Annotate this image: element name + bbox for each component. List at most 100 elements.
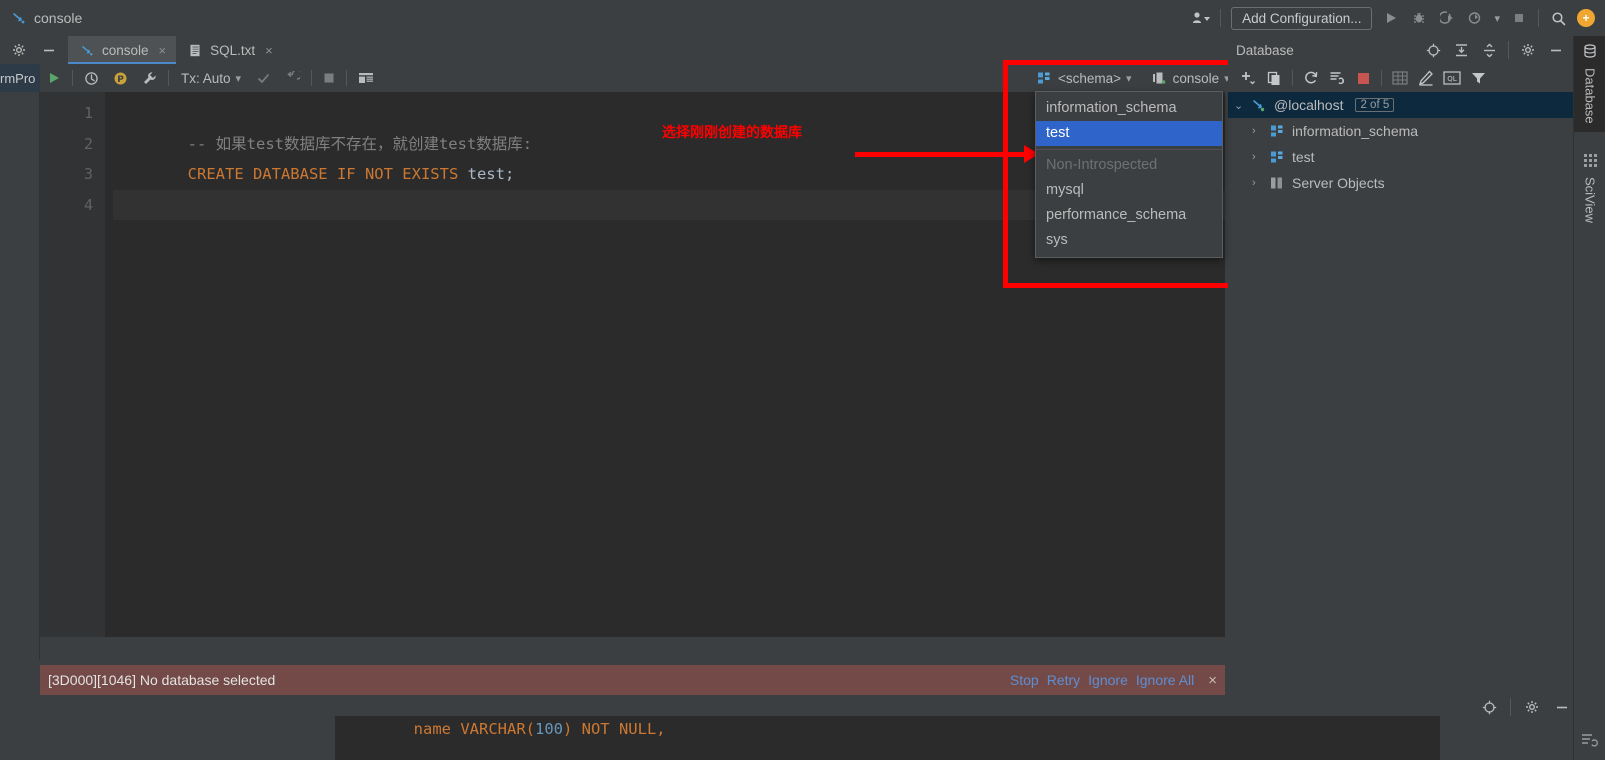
divider xyxy=(1292,70,1293,86)
schema-selector[interactable]: <schema> ▾ xyxy=(1035,69,1132,87)
filter-icon[interactable] xyxy=(1466,66,1490,90)
session-selector[interactable]: console ▾ xyxy=(1150,69,1230,87)
minimize-icon[interactable] xyxy=(1553,698,1571,716)
chevron-right-icon[interactable]: › xyxy=(1252,125,1262,137)
gear-icon[interactable] xyxy=(10,41,28,59)
grid-table-icon[interactable] xyxy=(351,64,381,92)
divider xyxy=(1508,41,1509,59)
code-token: name VARCHAR( xyxy=(395,720,535,738)
locate-target-icon[interactable] xyxy=(1424,41,1442,59)
user-dropdown-icon[interactable] xyxy=(1192,9,1211,27)
dropdown-group-non-introspected: Non-Introspected xyxy=(1046,157,1158,173)
retry-link[interactable]: Retry xyxy=(1047,672,1080,688)
add-configuration-button[interactable]: Add Configuration... xyxy=(1231,6,1373,30)
collapse-all-icon[interactable] xyxy=(1480,41,1498,59)
tree-row-information-schema[interactable]: › information_schema xyxy=(1228,118,1573,144)
execute-button[interactable] xyxy=(40,64,68,92)
transaction-mode-selector[interactable]: Tx: Auto ▾ xyxy=(173,71,249,86)
chevron-down-icon[interactable]: ▾ xyxy=(1494,12,1500,25)
avatar[interactable]: + xyxy=(1577,9,1595,27)
profile-icon[interactable] xyxy=(1466,9,1484,27)
schema-dropdown-popup[interactable]: information_schema test Non-Introspected… xyxy=(1035,91,1223,258)
close-icon[interactable]: × xyxy=(159,43,167,58)
refresh-icon[interactable] xyxy=(1299,66,1323,90)
code-token: 100 xyxy=(534,720,563,738)
divider xyxy=(1381,70,1382,86)
bottom-editor-preview[interactable]: name VARCHAR(100) NOT NULL, xyxy=(335,716,1440,760)
database-panel-header-icons xyxy=(1424,41,1573,59)
tree-row-datasource[interactable]: ⌄ @localhost 2 of 5 xyxy=(1228,92,1573,118)
dropdown-item-mysql[interactable]: mysql xyxy=(1036,178,1222,203)
close-icon[interactable]: × xyxy=(265,43,273,58)
database-panel-header: Database xyxy=(1228,36,1573,64)
ignore-link[interactable]: Ignore xyxy=(1088,672,1128,688)
dropdown-item-test[interactable]: test xyxy=(1036,121,1222,146)
table-grid-icon[interactable] xyxy=(1388,66,1412,90)
tree-row-label: information_schema xyxy=(1292,123,1419,139)
tab-label: SQL.txt xyxy=(210,42,256,58)
left-filler xyxy=(0,92,40,660)
tab-console[interactable]: console × xyxy=(68,36,177,64)
expand-all-icon[interactable] xyxy=(1452,41,1470,59)
annotation-text: 选择刚刚创建的数据库 xyxy=(662,125,802,141)
vertical-tab-database[interactable]: Database xyxy=(1574,36,1605,132)
locate-target-icon[interactable] xyxy=(1480,698,1498,716)
bottom-panel-icons xyxy=(1480,698,1571,716)
duplicate-icon[interactable] xyxy=(1262,66,1286,90)
tree-row-test[interactable]: › test xyxy=(1228,144,1573,170)
code-token: CREATE DATABASE IF NOT EXISTS xyxy=(187,165,468,183)
run-with-coverage-icon[interactable] xyxy=(1438,9,1456,27)
dropdown-item-performance-schema[interactable]: performance_schema xyxy=(1036,203,1222,228)
stop-link[interactable]: Stop xyxy=(1010,672,1039,688)
dropdown-item-information-schema[interactable]: information_schema xyxy=(1036,96,1222,121)
editor-tabbar: console × SQL.txt × xyxy=(0,36,1225,64)
tree-row-label: @localhost xyxy=(1274,97,1344,113)
dropdown-item-sys[interactable]: sys xyxy=(1036,228,1222,253)
divider xyxy=(311,70,313,86)
chevron-right-icon[interactable]: › xyxy=(1252,151,1262,163)
console-panel-icon[interactable] xyxy=(1577,728,1601,752)
sync-settings-icon[interactable] xyxy=(1325,66,1349,90)
database-icon xyxy=(1583,44,1597,58)
main-toolbar: console Add Configuration... ▾ + xyxy=(0,0,1605,36)
ql-console-icon[interactable]: QL xyxy=(1440,66,1464,90)
chevron-down-icon[interactable]: ⌄ xyxy=(1234,99,1244,112)
divider xyxy=(346,70,348,86)
tab-sql-txt[interactable]: SQL.txt × xyxy=(176,36,283,64)
line-number-gutter: 1 2 3 4 xyxy=(40,92,105,637)
line-number: 2 xyxy=(83,134,93,153)
bottom-left-filler xyxy=(0,716,335,760)
tree-row-label: Server Objects xyxy=(1292,175,1385,191)
session-icon xyxy=(1150,69,1168,87)
stop-red-icon[interactable] xyxy=(1351,66,1375,90)
gear-icon[interactable] xyxy=(1519,41,1537,59)
annotation-arrow xyxy=(855,145,1039,163)
svg-text:QL: QL xyxy=(1447,75,1457,83)
session-selector-label: console xyxy=(1172,70,1220,86)
search-icon[interactable] xyxy=(1549,9,1567,27)
vertical-tab-sciview[interactable]: SciView xyxy=(1574,146,1605,231)
ignore-all-link[interactable]: Ignore All xyxy=(1136,672,1194,688)
tree-row-server-objects[interactable]: › Server Objects xyxy=(1228,170,1573,196)
parameters-p-icon[interactable]: P xyxy=(106,64,135,92)
edit-pencil-icon[interactable] xyxy=(1414,66,1438,90)
minimize-icon[interactable] xyxy=(1547,41,1565,59)
tab-label: console xyxy=(102,42,149,58)
close-icon[interactable]: × xyxy=(1208,672,1217,689)
wrench-icon[interactable] xyxy=(135,64,164,92)
minimize-icon[interactable] xyxy=(40,41,58,59)
code-token: test; xyxy=(467,165,515,183)
add-plus-icon[interactable] xyxy=(1236,66,1260,90)
chevron-right-icon[interactable]: › xyxy=(1252,177,1262,189)
database-tree[interactable]: ⌄ @localhost 2 of 5 › information_schema… xyxy=(1228,92,1573,690)
run-icon[interactable] xyxy=(1382,9,1400,27)
history-icon[interactable] xyxy=(77,64,106,92)
ide-window: console Add Configuration... ▾ + console… xyxy=(0,0,1605,760)
gear-icon[interactable] xyxy=(1523,698,1541,716)
divider xyxy=(1510,698,1511,716)
debug-icon[interactable] xyxy=(1410,9,1428,27)
breadcrumb-label: console xyxy=(34,10,83,26)
project-tree-stub: rmPro xyxy=(0,64,40,92)
sciview-grid-icon xyxy=(1583,153,1597,167)
server-objects-icon xyxy=(1268,174,1286,192)
